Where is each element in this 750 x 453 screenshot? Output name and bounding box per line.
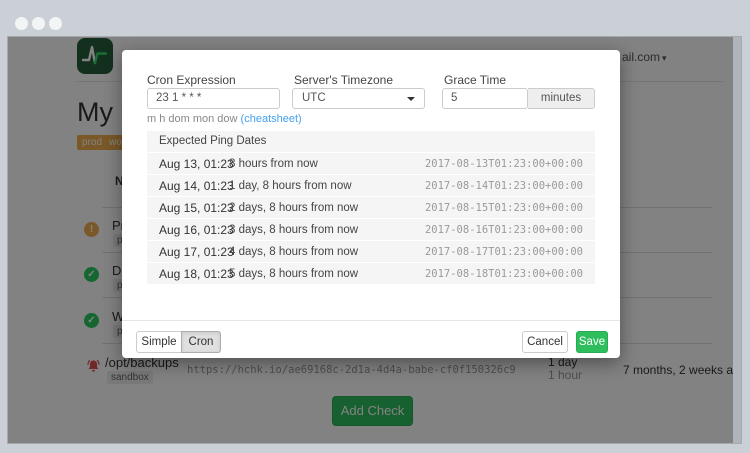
cheatsheet-link[interactable]: (cheatsheet) (241, 113, 302, 125)
ping-row: Aug 16, 01:23 3 days, 8 hours from now 2… (147, 218, 595, 240)
cron-hint-text: m h dom mon dow (147, 113, 241, 125)
divider (122, 320, 620, 321)
cancel-button[interactable]: Cancel (522, 331, 568, 353)
cron-hint: m h dom mon dow (cheatsheet) (147, 113, 302, 125)
ping-iso: 2017-08-18T01:23:00+00:00 (425, 268, 595, 280)
window-dot-icon (49, 17, 62, 30)
cron-mode-button[interactable]: Cron (181, 331, 221, 353)
browser-frame: ail.com▾ My Checks prod work Name ! Pr p… (0, 0, 750, 453)
ping-row: Aug 18, 01:23 5 days, 8 hours from now 2… (147, 262, 595, 284)
ping-table-header: Expected Ping Dates (147, 131, 595, 152)
grace-time-label: Grace Time (444, 73, 506, 87)
ping-iso: 2017-08-15T01:23:00+00:00 (425, 202, 595, 214)
cron-settings-modal: Cron Expression Server's Timezone Grace … (122, 50, 620, 358)
ping-date: Aug 15, 01:23 (147, 201, 229, 215)
timezone-select[interactable]: UTC (292, 88, 425, 109)
ping-relative: 3 days, 8 hours from now (229, 224, 425, 236)
ping-relative: 2 days, 8 hours from now (229, 202, 425, 214)
ping-date: Aug 13, 01:23 (147, 157, 229, 171)
ping-iso: 2017-08-16T01:23:00+00:00 (425, 224, 595, 236)
ping-relative: 5 days, 8 hours from now (229, 268, 425, 280)
ping-row: Aug 17, 01:23 4 days, 8 hours from now 2… (147, 240, 595, 262)
timezone-value: UTC (302, 92, 326, 104)
timezone-label: Server's Timezone (294, 73, 393, 87)
save-button[interactable]: Save (576, 331, 608, 353)
ping-relative: 1 day, 8 hours from now (229, 180, 425, 192)
grace-unit-addon: minutes (528, 88, 595, 109)
ping-date: Aug 17, 01:23 (147, 245, 229, 259)
grace-time-input[interactable]: 5 (442, 88, 528, 109)
caret-down-icon (407, 97, 415, 101)
ping-iso: 2017-08-17T01:23:00+00:00 (425, 246, 595, 258)
window-dot-icon (32, 17, 45, 30)
ping-date: Aug 14, 01:23 (147, 179, 229, 193)
ping-date: Aug 18, 01:23 (147, 267, 229, 281)
simple-mode-button[interactable]: Simple (136, 331, 182, 353)
ping-row: Aug 14, 01:23 1 day, 8 hours from now 20… (147, 174, 595, 196)
ping-row: Aug 15, 01:23 2 days, 8 hours from now 2… (147, 196, 595, 218)
expected-ping-dates-table: Expected Ping Dates Aug 13, 01:23 8 hour… (147, 131, 595, 284)
cron-expression-label: Cron Expression (147, 73, 236, 87)
ping-date: Aug 16, 01:23 (147, 223, 229, 237)
ping-relative: 8 hours from now (229, 158, 425, 170)
cron-expression-input[interactable]: 23 1 * * * (147, 88, 280, 109)
window-dot-icon (15, 17, 28, 30)
ping-iso: 2017-08-13T01:23:00+00:00 (425, 158, 595, 170)
ping-relative: 4 days, 8 hours from now (229, 246, 425, 258)
scrollbar[interactable] (733, 37, 741, 443)
ping-row: Aug 13, 01:23 8 hours from now 2017-08-1… (147, 152, 595, 174)
ping-iso: 2017-08-14T01:23:00+00:00 (425, 180, 595, 192)
